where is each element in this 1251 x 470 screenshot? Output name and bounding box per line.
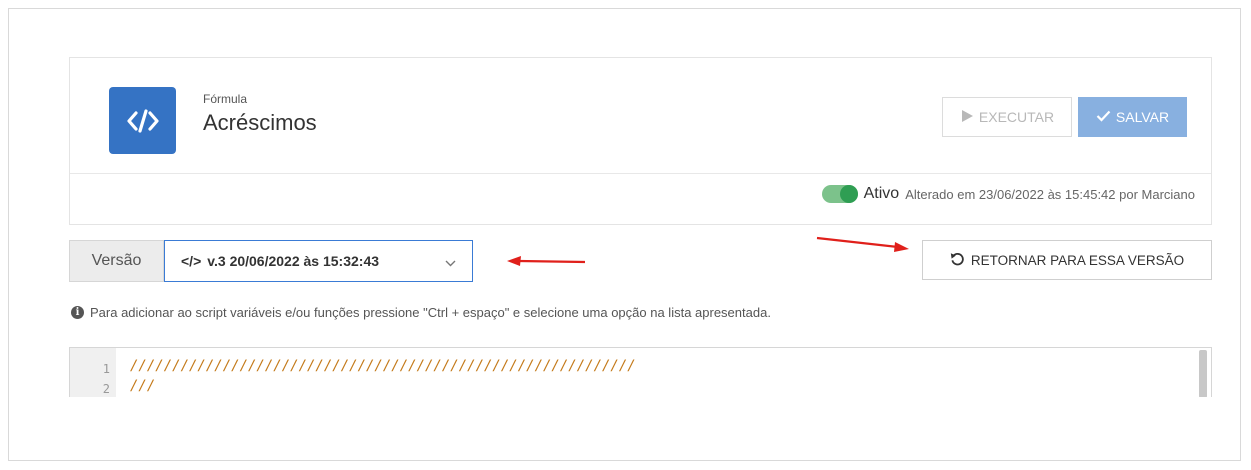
hint-label: Para adicionar ao script variáveis e/ou …: [90, 305, 771, 320]
check-icon: [1096, 109, 1111, 125]
code-line[interactable]: ///: [130, 378, 155, 394]
changed-info: Alterado em 23/06/2022 às 15:45:42 por M…: [905, 186, 1195, 202]
version-value: v.3 20/06/2022 às 15:32:43: [207, 253, 380, 269]
version-dropdown[interactable]: </> v.3 20/06/2022 às 15:32:43: [164, 240, 473, 282]
version-selector: Versão </> v.3 20/06/2022 às 15:32:43: [69, 240, 473, 282]
annotation-arrow-left: [507, 256, 586, 266]
chevron-down-icon: [445, 254, 456, 270]
toggle-knob: [839, 185, 858, 203]
play-icon: [960, 109, 974, 126]
save-button[interactable]: SALVAR: [1078, 97, 1187, 137]
formula-header: Fórmula Acréscimos EXECUTAR SALVAR: [70, 58, 1211, 174]
info-icon: i: [71, 306, 84, 319]
revert-version-button[interactable]: RETORNAR PARA ESSA VERSÃO: [922, 240, 1212, 280]
status-row: Ativo Alterado em 23/06/2022 às 15:45:42…: [821, 185, 1195, 203]
undo-icon: [950, 251, 965, 269]
version-label: Versão: [69, 240, 164, 282]
code-icon: [109, 87, 176, 154]
execute-button-label: EXECUTAR: [978, 109, 1055, 125]
editor-scrollbar[interactable]: [1199, 350, 1207, 397]
code-editor[interactable]: 1 2 ////////////////////////////////////…: [69, 347, 1212, 397]
hint-text: i Para adicionar ao script variáveis e/o…: [71, 305, 771, 320]
save-button-label: SALVAR: [1115, 109, 1170, 125]
page-title: Acréscimos: [203, 110, 317, 135]
line-number: 2: [102, 382, 110, 396]
code-line[interactable]: ////////////////////////////////////////…: [130, 358, 636, 374]
status-label: Ativo: [863, 185, 900, 202]
revert-version-label: RETORNAR PARA ESSA VERSÃO: [970, 252, 1185, 268]
formula-card: Fórmula Acréscimos EXECUTAR SALVAR Ativo…: [69, 57, 1212, 225]
code-icon: </>: [181, 253, 202, 269]
active-toggle[interactable]: [821, 185, 858, 203]
formula-caption: Fórmula: [203, 92, 248, 106]
execute-button[interactable]: EXECUTAR: [942, 97, 1072, 137]
annotation-arrow-right: [816, 236, 909, 252]
line-number: 1: [102, 362, 110, 376]
